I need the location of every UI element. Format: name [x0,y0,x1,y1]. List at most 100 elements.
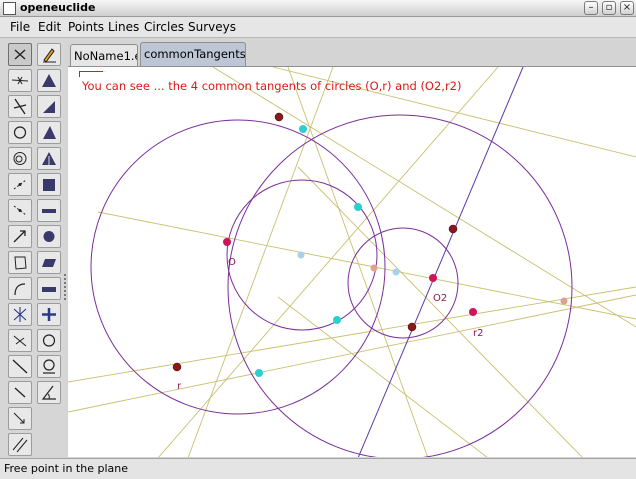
tab-commontangents[interactable]: commonTangents.ecl [140,42,246,66]
circle-outline-icon [42,334,56,347]
minimize-button[interactable]: – [584,1,598,15]
maximize-button[interactable]: ▫ [602,1,616,15]
rectangle-tool-button[interactable] [37,199,61,222]
tab-noname1[interactable]: NoName1.ecl [70,44,138,66]
tangent-point[interactable] [354,203,362,211]
drawing-canvas[interactable]: You can see ... the 4 common tangents of… [68,66,636,457]
geometry-figure[interactable] [68,67,636,457]
minimize-icon: – [588,2,594,13]
menu-surveys[interactable]: Surveys [188,20,236,34]
status-text: Free point in the plane [4,462,128,475]
angle-tool-button[interactable] [37,381,61,404]
intersection-point[interactable] [172,362,182,372]
close-icon: × [622,2,632,13]
point-icon [14,49,26,60]
intersection-tool-button[interactable] [8,147,32,170]
center-o2[interactable] [429,274,437,282]
tangent-line [97,211,636,320]
circle-large-right [227,114,573,457]
centers [223,238,477,316]
triangle-icon [42,74,56,87]
half-line-icon [13,412,25,424]
parallel-icon [12,437,28,453]
menu-edit[interactable]: Edit [38,20,61,34]
perpendicular-icon [13,98,27,115]
external-homothety-center[interactable] [560,297,568,305]
tangent-line [158,67,499,457]
arc-tool-button[interactable] [8,277,32,300]
status-bar: Free point in the plane [0,458,636,479]
point-tool-button[interactable] [8,43,32,66]
intersection-points [172,112,458,372]
parallelogram-tool-button[interactable] [37,251,61,274]
toolbox-grip[interactable] [64,274,66,300]
rhombus-icon [42,287,56,292]
midpoint-tool-button[interactable] [8,173,32,196]
half-line-tool-button[interactable] [8,407,32,430]
magnifier-icon [43,359,55,374]
intersection-point[interactable] [448,224,458,234]
right-triangle-icon [43,101,55,113]
tangent-line [297,166,583,457]
center-o[interactable] [223,238,231,246]
pencil-tool-button[interactable] [37,43,61,66]
circle-icon [13,126,27,139]
tangent-point[interactable] [299,125,307,133]
tangent-line [287,67,429,457]
tangent-point[interactable] [333,316,341,324]
segment-icon [13,335,27,347]
radius-point-r2[interactable] [469,308,477,316]
intersection-icon [13,152,27,165]
line-icon [11,76,29,85]
ray-icon [14,387,26,398]
parallelogram-icon [42,259,56,267]
intersection-point[interactable] [407,322,417,332]
magnifier-tool-button[interactable] [37,355,61,378]
segment-tool-button[interactable] [8,329,32,352]
ray-tool-button[interactable] [8,381,32,404]
close-button[interactable]: × [620,1,634,15]
construction-line [357,67,524,457]
menu-file[interactable]: File [10,20,30,34]
midpoint[interactable] [297,251,305,259]
equilateral-triangle-tool-button[interactable] [37,147,61,170]
menu-circles[interactable]: Circles [144,20,184,34]
arc-icon [14,283,26,296]
circle-outline-tool-button[interactable] [37,329,61,352]
rhombus-tool-button[interactable] [37,277,61,300]
rectangle-icon [42,209,56,213]
message-marker [79,71,103,77]
triangle-tool-button[interactable] [37,69,61,92]
menu-points[interactable]: Points [68,20,104,34]
right-triangle-tool-button[interactable] [37,95,61,118]
perpendicular-tool-button[interactable] [8,95,32,118]
isosceles-triangle-tool-button[interactable] [37,121,61,144]
point-on-line-icon [13,205,27,216]
circles [90,114,573,457]
angle-icon [41,385,56,400]
intersection-point[interactable] [274,112,284,122]
point-on-line-tool-button[interactable] [8,199,32,222]
parallel-tool-button[interactable] [8,433,32,456]
equilateral-triangle-icon [42,152,56,165]
tangent-line [68,286,636,383]
tangent-point[interactable] [255,369,263,377]
circle-tool-button[interactable] [8,121,32,144]
line-through-tool-button[interactable] [8,355,32,378]
polygon-tool-button[interactable] [8,251,32,274]
bisector-tool-button[interactable] [8,303,32,326]
line-tool-button[interactable] [8,69,32,92]
midpoint-icon [13,179,27,190]
disc-tool-button[interactable] [37,225,61,248]
square-tool-button[interactable] [37,173,61,196]
midpoint[interactable] [392,268,400,276]
document-tabs: NoName1.ecl commonTangents.ecl [68,42,636,66]
bisector-icon [13,307,27,322]
square-icon [43,179,55,191]
menu-lines[interactable]: Lines [108,20,139,34]
vector-tool-button[interactable] [8,225,32,248]
pencil-icon [43,48,56,63]
cross-tool-button[interactable] [37,303,61,326]
internal-homothety-center[interactable] [370,264,378,272]
vector-icon [13,230,26,243]
